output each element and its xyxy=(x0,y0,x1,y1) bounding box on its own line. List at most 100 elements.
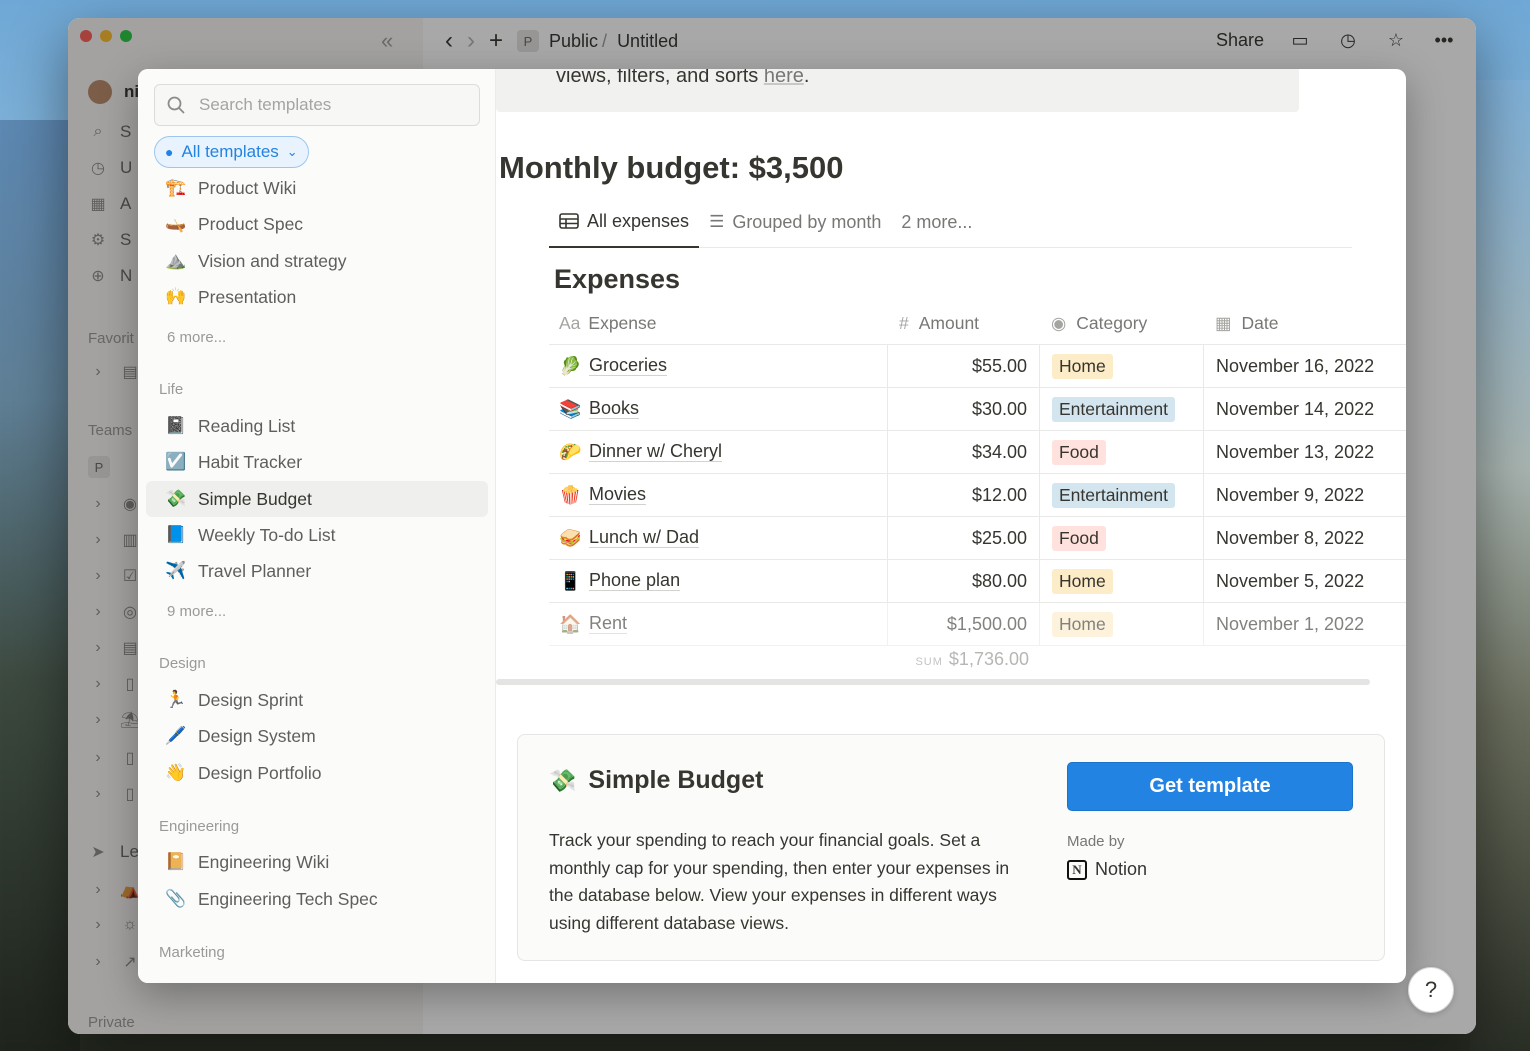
list-icon: ☰ xyxy=(709,212,725,231)
cell-expense[interactable]: 📱 Phone plan xyxy=(549,560,887,602)
expense-name[interactable]: Books xyxy=(589,398,640,420)
expense-name[interactable]: Lunch w/ Dad xyxy=(589,527,700,549)
cell-category[interactable]: Home xyxy=(1039,603,1203,645)
table-row[interactable]: 📱 Phone plan $80.00 Home November 5, 2022 xyxy=(549,560,1406,603)
cell-date[interactable]: November 5, 2022 xyxy=(1203,560,1406,602)
table-row[interactable]: 🏠 Rent $1,500.00 Home November 1, 2022 xyxy=(549,603,1406,646)
template-presentation[interactable]: 🙌 Presentation xyxy=(146,279,488,315)
template-engineering-wiki[interactable]: 📔 Engineering Wiki xyxy=(146,844,488,880)
cell-category[interactable]: Home xyxy=(1039,560,1203,602)
column-category[interactable]: ◉ Category xyxy=(1039,313,1203,334)
database-title: Expenses xyxy=(554,264,681,294)
tab-grouped-by-month[interactable]: ☰ Grouped by month xyxy=(699,208,891,248)
show-more-link[interactable]: 6 more... xyxy=(167,329,226,346)
template-vision-strategy[interactable]: ⛰️ Vision and strategy xyxy=(146,243,488,279)
search-box[interactable] xyxy=(154,84,480,126)
template-weekly-todo[interactable]: 📘 Weekly To-do List xyxy=(146,517,488,553)
callout-link[interactable]: here xyxy=(764,69,804,87)
expense-name[interactable]: Dinner w/ Cheryl xyxy=(589,441,723,463)
tab-all-expenses[interactable]: All expenses xyxy=(549,208,700,248)
expense-name[interactable]: Rent xyxy=(589,613,628,635)
amount-value: $55.00 xyxy=(971,355,1027,376)
template-travel-planner[interactable]: ✈️ Travel Planner xyxy=(146,553,488,589)
category-tag: Home xyxy=(1052,568,1113,594)
template-simple-budget[interactable]: 💸 Simple Budget xyxy=(146,481,488,517)
tab-label: 2 more... xyxy=(901,211,973,232)
card-title-text: Simple Budget xyxy=(588,766,764,794)
cell-amount[interactable]: $25.00 xyxy=(887,517,1039,559)
cell-date[interactable]: November 16, 2022 xyxy=(1203,345,1406,387)
template-design-sprint[interactable]: 🏃 Design Sprint xyxy=(146,682,488,718)
sum-footer: SUM $1,736.00 xyxy=(496,649,1029,670)
table-row[interactable]: 🌮 Dinner w/ Cheryl $34.00 Food November 13, … xyxy=(549,431,1406,474)
expense-icon: 📚 xyxy=(559,398,582,419)
horizontal-scrollbar[interactable] xyxy=(496,679,1370,685)
cell-amount[interactable]: $55.00 xyxy=(887,345,1039,387)
tab-more-views[interactable]: 2 more... xyxy=(891,208,982,248)
all-templates-filter[interactable]: ● All templates ⌄ xyxy=(154,136,309,168)
column-label: Amount xyxy=(918,313,980,333)
cell-category[interactable]: Entertainment xyxy=(1039,474,1203,516)
cell-category[interactable]: Food xyxy=(1039,431,1203,473)
show-more-link[interactable]: 9 more... xyxy=(167,603,226,620)
template-info-card: 💸 Simple Budget Track your spending to r… xyxy=(517,734,1385,961)
column-expense[interactable]: Aa Expense xyxy=(549,313,887,334)
cell-expense[interactable]: 🌮 Dinner w/ Cheryl xyxy=(549,431,887,473)
cell-expense[interactable]: 📚 Books xyxy=(549,388,887,430)
category-design: Design xyxy=(159,655,206,672)
template-icon: 📎 xyxy=(165,889,187,908)
cell-category[interactable]: Entertainment xyxy=(1039,388,1203,430)
amount-value: $12.00 xyxy=(971,484,1027,505)
template-reading-list[interactable]: 📓 Reading List xyxy=(146,408,488,444)
template-icon: ☑️ xyxy=(165,452,187,471)
cell-category[interactable]: Home xyxy=(1039,345,1203,387)
cell-expense[interactable]: 🏠 Rent xyxy=(549,603,887,645)
template-gallery-modal: ● All templates ⌄ 🏗️ Product Wiki 🛶 Produc… xyxy=(138,69,1406,983)
table-row[interactable]: 📚 Books $30.00 Entertainment November 14, 20… xyxy=(549,388,1406,431)
maker[interactable]: N Notion xyxy=(1067,859,1147,880)
template-label: Simple Budget xyxy=(198,488,312,509)
template-label: Product Spec xyxy=(198,213,304,234)
expense-name[interactable]: Movies xyxy=(589,484,647,506)
template-label: Reading List xyxy=(198,415,296,436)
tab-label: All expenses xyxy=(587,210,690,231)
cell-amount[interactable]: $12.00 xyxy=(887,474,1039,516)
template-habit-tracker[interactable]: ☑️ Habit Tracker xyxy=(146,444,488,480)
cell-expense[interactable]: 🥬 Groceries xyxy=(549,345,887,387)
cell-amount[interactable]: $80.00 xyxy=(887,560,1039,602)
expense-icon: 🌮 xyxy=(559,441,582,462)
date-value: November 5, 2022 xyxy=(1216,570,1365,591)
cell-amount[interactable]: $30.00 xyxy=(887,388,1039,430)
cell-amount[interactable]: $1,500.00 xyxy=(887,603,1039,645)
cell-expense[interactable]: 🥪 Lunch w/ Dad xyxy=(549,517,887,559)
template-design-system[interactable]: 🖊️ Design System xyxy=(146,718,488,754)
template-design-portfolio[interactable]: 👋 Design Portfolio xyxy=(146,755,488,791)
help-button[interactable]: ? xyxy=(1408,967,1454,1013)
cell-date[interactable]: November 14, 2022 xyxy=(1203,388,1406,430)
table-row[interactable]: 🍿 Movies $12.00 Entertainment November 9, 20… xyxy=(549,474,1406,517)
expense-name[interactable]: Groceries xyxy=(589,355,668,377)
card-description: Track your spending to reach your financ… xyxy=(549,830,1010,933)
expense-name[interactable]: Phone plan xyxy=(589,570,681,592)
category-tag: Food xyxy=(1052,525,1106,551)
column-amount[interactable]: # Amount xyxy=(887,313,1039,334)
template-label: Product Wiki xyxy=(198,177,297,198)
cell-date[interactable]: November 9, 2022 xyxy=(1203,474,1406,516)
template-engineering-tech-spec[interactable]: 📎 Engineering Tech Spec xyxy=(146,881,488,917)
template-product-spec[interactable]: 🛶 Product Spec xyxy=(146,206,488,242)
cell-date[interactable]: November 13, 2022 xyxy=(1203,431,1406,473)
cell-date[interactable]: November 8, 2022 xyxy=(1203,517,1406,559)
cell-expense[interactable]: 🍿 Movies xyxy=(549,474,887,516)
cell-category[interactable]: Food xyxy=(1039,517,1203,559)
column-date[interactable]: ▦ Date xyxy=(1203,313,1406,334)
get-template-button[interactable]: Get template xyxy=(1067,762,1353,811)
template-icon: 🙌 xyxy=(165,287,187,306)
template-icon: 🏗️ xyxy=(165,178,187,197)
cell-amount[interactable]: $34.00 xyxy=(887,431,1039,473)
search-input[interactable] xyxy=(199,95,459,115)
template-label: Design System xyxy=(198,725,316,746)
table-row[interactable]: 🥪 Lunch w/ Dad $25.00 Food November 8, 2022 xyxy=(549,517,1406,560)
cell-date[interactable]: November 1, 2022 xyxy=(1203,603,1406,645)
template-product-wiki[interactable]: 🏗️ Product Wiki xyxy=(146,170,488,206)
table-row[interactable]: 🥬 Groceries $55.00 Home November 16, 2022 xyxy=(549,345,1406,388)
